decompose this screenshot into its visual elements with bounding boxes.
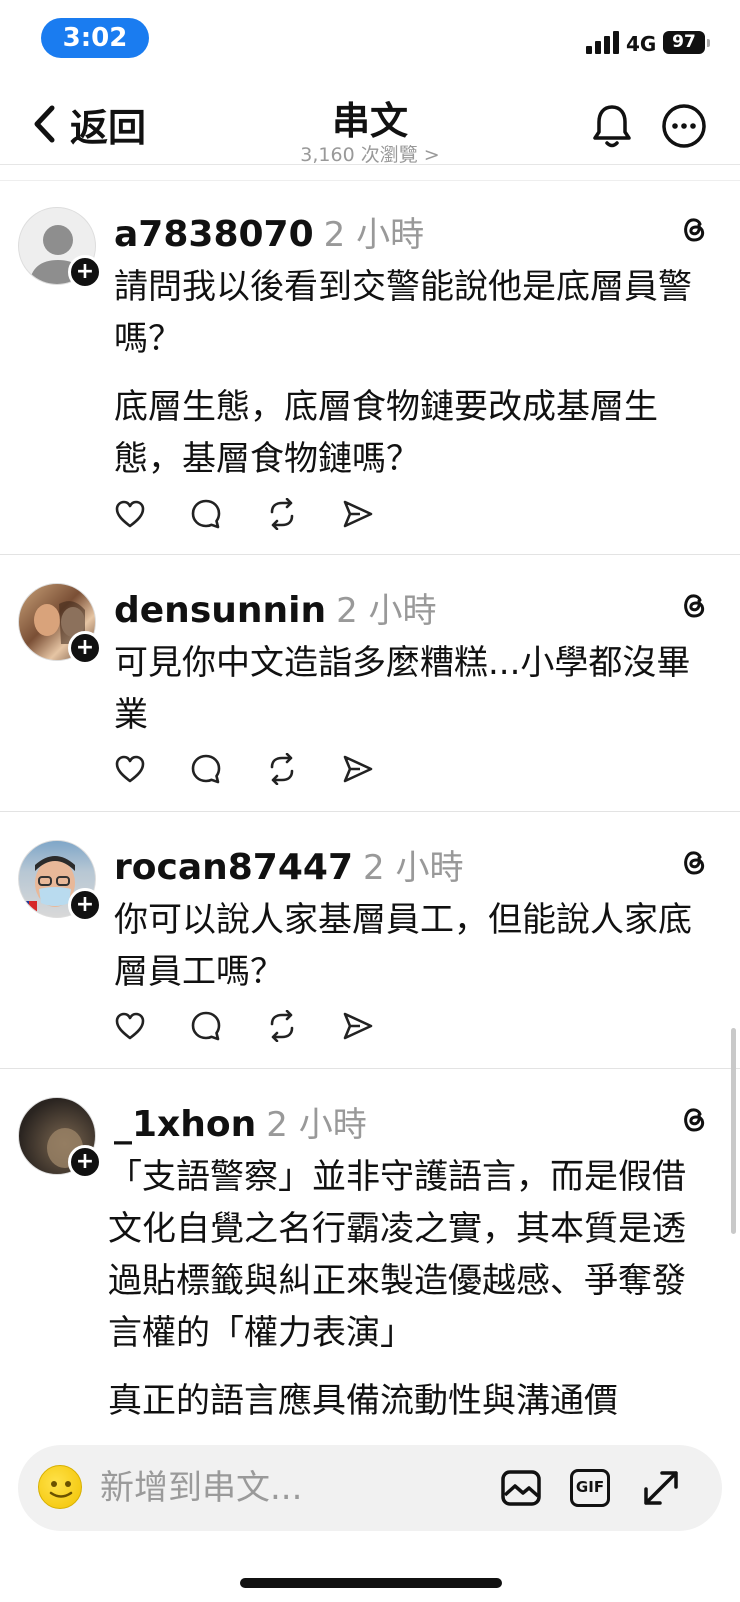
post-paragraph: 可見你中文造詣多麼糟糕...小學都沒畢業 bbox=[114, 643, 691, 735]
post-time: 2 小時 bbox=[266, 1105, 367, 1145]
post-paragraph: 「支語警察」並非守護語言，而是假借文化自覺之名行霸凌之實，其本質是透過貼標籤與糾… bbox=[108, 1157, 686, 1353]
post-header: densunnin 2 小時 bbox=[114, 583, 437, 632]
signal-icon bbox=[586, 30, 620, 54]
post-actions bbox=[114, 1009, 374, 1043]
follow-button[interactable]: + bbox=[68, 1145, 102, 1179]
post-body: 可見你中文造詣多麼糟糕...小學都沒畢業 bbox=[114, 637, 714, 757]
threads-logo-icon[interactable] bbox=[678, 589, 710, 621]
comment-icon[interactable] bbox=[190, 498, 222, 530]
share-icon[interactable] bbox=[342, 1010, 374, 1042]
reply-post: + _1xhon 2 小時 「支語警察」並非守護語言，而是假借文化自覺之名行霸凌… bbox=[0, 1069, 740, 1445]
threads-logo-icon[interactable] bbox=[678, 846, 710, 878]
post-paragraph: 真正的語言應具備流動性與溝通價 bbox=[108, 1381, 618, 1421]
reply-input[interactable] bbox=[100, 1463, 460, 1513]
my-avatar bbox=[38, 1465, 82, 1509]
username[interactable]: a7838070 bbox=[114, 214, 314, 255]
repost-icon[interactable] bbox=[266, 1009, 298, 1043]
like-icon[interactable] bbox=[114, 753, 146, 785]
reply-composer[interactable]: GIF bbox=[18, 1445, 722, 1531]
comment-icon[interactable] bbox=[190, 753, 222, 785]
post-actions bbox=[114, 497, 374, 531]
thread-header: 返回 串文 3,160 次瀏覽 > bbox=[0, 80, 740, 180]
username[interactable]: rocan87447 bbox=[114, 847, 353, 888]
post-actions bbox=[114, 752, 374, 786]
status-bar: 3:02 4G 97 bbox=[0, 0, 740, 70]
reply-post: + a7838070 2 小時 請問我以後看到交警能說他是底層員警嗎？ 底層生態… bbox=[0, 185, 740, 555]
scrollbar[interactable] bbox=[731, 1028, 736, 1234]
follow-button[interactable]: + bbox=[68, 888, 102, 922]
username[interactable]: densunnin bbox=[114, 590, 326, 631]
post-time: 2 小時 bbox=[323, 215, 425, 255]
post-body: 「支語警察」並非守護語言，而是假借文化自覺之名行霸凌之實，其本質是透過貼標籤與糾… bbox=[108, 1151, 714, 1443]
reply-post: + rocan87447 2 小時 你可以說人家基層員工，但能說人家底層員工嗎？ bbox=[0, 812, 740, 1068]
post-body: 你可以說人家基層員工，但能說人家底層員工嗎？ bbox=[114, 894, 714, 1014]
profile-photo bbox=[49, 1481, 73, 1498]
post-paragraph: 底層生態，底層食物鏈要改成基層生態，基層食物鏈嗎？ bbox=[114, 387, 658, 479]
threads-logo-icon[interactable] bbox=[678, 1103, 710, 1135]
username[interactable]: _1xhon bbox=[114, 1104, 256, 1145]
post-time: 2 小時 bbox=[363, 848, 464, 888]
expand-icon[interactable] bbox=[638, 1465, 684, 1511]
network-label: 4G bbox=[626, 32, 657, 56]
follow-button[interactable]: + bbox=[68, 255, 102, 289]
post-header: _1xhon 2 小時 bbox=[114, 1097, 367, 1146]
image-icon[interactable] bbox=[498, 1465, 544, 1511]
post-header: rocan87447 2 小時 bbox=[114, 840, 463, 889]
header-divider-secondary bbox=[0, 180, 740, 181]
share-icon[interactable] bbox=[342, 753, 374, 785]
gif-button[interactable]: GIF bbox=[570, 1469, 610, 1507]
battery-tip bbox=[707, 39, 710, 47]
header-divider bbox=[0, 164, 740, 165]
threads-logo-icon[interactable] bbox=[678, 213, 710, 245]
follow-button[interactable]: + bbox=[68, 631, 102, 665]
home-indicator[interactable] bbox=[240, 1578, 502, 1588]
repost-icon[interactable] bbox=[266, 752, 298, 786]
more-options-icon[interactable] bbox=[660, 102, 708, 150]
reply-post: + densunnin 2 小時 可見你中文造詣多麼糟糕...小學都沒畢業 bbox=[0, 555, 740, 812]
post-paragraph: 請問我以後看到交警能說他是底層員警嗎？ bbox=[114, 267, 692, 359]
repost-icon[interactable] bbox=[266, 497, 298, 531]
post-paragraph: 你可以說人家基層員工，但能說人家底層員工嗎？ bbox=[114, 900, 692, 992]
post-time: 2 小時 bbox=[336, 591, 437, 631]
post-header: a7838070 2 小時 bbox=[114, 207, 424, 256]
reply-feed[interactable]: + a7838070 2 小時 請問我以後看到交警能說他是底層員警嗎？ 底層生態… bbox=[0, 185, 740, 1445]
post-body: 請問我以後看到交警能說他是底層員警嗎？ 底層生態，底層食物鏈要改成基層生態，基層… bbox=[114, 261, 714, 501]
like-icon[interactable] bbox=[114, 1010, 146, 1042]
like-icon[interactable] bbox=[114, 498, 146, 530]
battery-icon: 97 bbox=[663, 31, 705, 54]
status-time[interactable]: 3:02 bbox=[41, 18, 149, 58]
bell-icon[interactable] bbox=[590, 102, 634, 150]
share-icon[interactable] bbox=[342, 498, 374, 530]
comment-icon[interactable] bbox=[190, 1010, 222, 1042]
